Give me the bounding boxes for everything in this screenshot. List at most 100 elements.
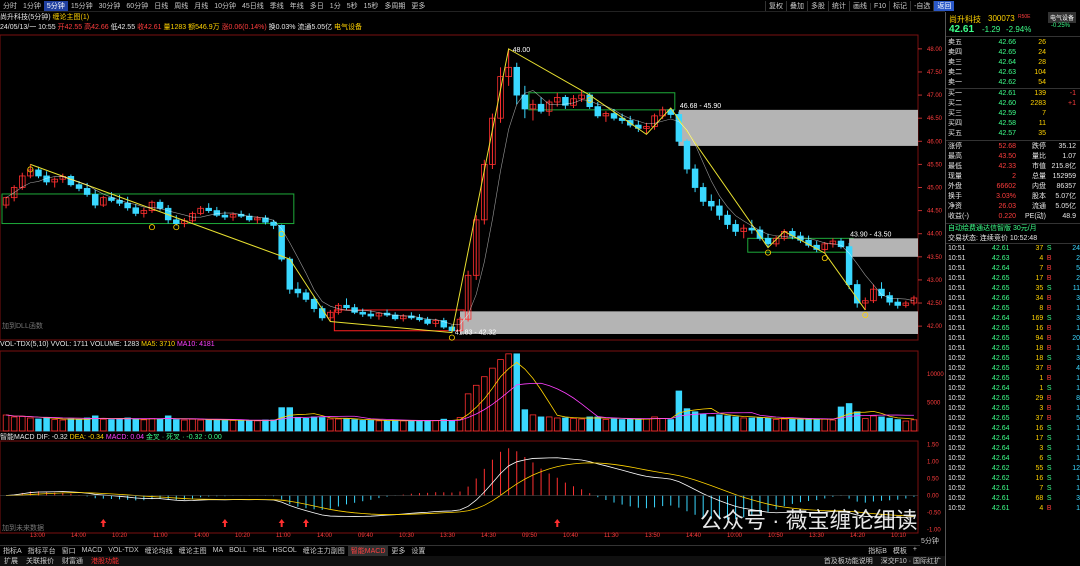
vol-label: VOL-TDX(5,10) <box>0 341 49 348</box>
trading-terminal: 分时 1分钟 5分钟 15分钟 30分钟 60分钟 日线 周线 月线 10分钟 45日线 季线 年线 多日… <box>0 0 1080 566</box>
indicator-tab-3[interactable]: MACD <box>79 547 106 554</box>
vol-bar <box>100 418 107 432</box>
indicator-right-btn-1[interactable]: 模板 <box>890 546 910 556</box>
tick-cell: 1 <box>1076 455 1080 462</box>
macd-extra: 金叉 · 死叉 · -0.32 : 0.00 <box>145 434 222 441</box>
tick-cell: 34 <box>1035 295 1044 302</box>
quote-change: -1.29 <box>982 25 1001 34</box>
stat-row-6-cell: 流通 <box>1032 203 1046 210</box>
vol-bar <box>108 419 115 432</box>
status-link-1[interactable]: 关联报价 <box>22 556 58 566</box>
indicator-tab-14[interactable]: 设置 <box>408 546 428 556</box>
tick-cell: 169 <box>1031 315 1044 322</box>
candle-body <box>75 184 83 189</box>
x-tick-label: 14:00 <box>317 533 333 539</box>
indicator-tab-7[interactable]: MA <box>210 547 227 554</box>
tick-cell: B <box>1046 365 1052 372</box>
indicator-right-btn-0[interactable]: 指标B <box>865 546 890 556</box>
tick-row: 10:51 42.61 37 S 24 <box>946 244 1080 254</box>
indicator-tab-5[interactable]: 缠论均线 <box>142 546 176 556</box>
promo-link[interactable]: 自动绘费通达信智版 30元/月 <box>946 224 1080 234</box>
tick-cell: 10:52 <box>948 495 966 502</box>
macd-ytick-label: -1.00 <box>927 528 941 534</box>
stat-row-7-cell: PE(动) <box>1025 213 1046 220</box>
candle-body <box>683 140 691 170</box>
vol-bar <box>797 418 804 432</box>
kline-ytick-label: 44.50 <box>927 209 943 215</box>
tick-row: 10:52 42.64 16 S 1 <box>946 424 1080 434</box>
tick-cell: 1 <box>1076 405 1080 412</box>
chart-canvas[interactable]: 48.00 47.50 47.00 46.50 46.00 45.50 45.00 44.50… <box>0 0 945 545</box>
vol-bar <box>83 417 91 432</box>
tick-row: 10:51 42.64 7 B 5 <box>946 264 1080 274</box>
indicator-tab-2[interactable]: 窗口 <box>59 546 79 556</box>
status-link-0[interactable]: 扩展 <box>0 556 22 566</box>
vol-bar <box>391 420 399 432</box>
tick-cell: 20 <box>1072 335 1080 342</box>
candle-body <box>699 187 707 202</box>
tick-row: 10:52 42.61 4 B 1 <box>946 504 1080 514</box>
status-link-3[interactable]: 港股功能 <box>87 556 123 566</box>
tick-cell: 1 <box>1076 505 1080 512</box>
quote-tag: R50E <box>1018 14 1031 20</box>
macd-ytick-label: 0.50 <box>927 476 939 482</box>
indicator-tab-6[interactable]: 缠论主图 <box>176 546 210 556</box>
tick-cell: 42.62 <box>992 465 1010 472</box>
macd-hint: 加到未来数据 <box>2 523 44 532</box>
tick-row: 10:52 42.62 16 S 1 <box>946 474 1080 484</box>
indicator-tab-12[interactable]: 智能MACD <box>347 545 389 556</box>
indicator-tab-1[interactable]: 指标平台 <box>25 546 59 556</box>
candle-body <box>132 207 139 214</box>
vol-bar <box>472 384 480 432</box>
candle-body <box>724 214 731 225</box>
tick-cell: S <box>1046 495 1052 502</box>
stat-row-2-cell: 215.8亿 <box>1051 163 1076 170</box>
tick-row: 10:52 42.64 1 S 1 <box>946 384 1080 394</box>
indicator-tab-13[interactable]: 更多 <box>388 546 408 556</box>
tick-cell: 10:51 <box>948 315 966 322</box>
indicator-tab-11[interactable]: 缠论主力副图 <box>300 546 348 556</box>
buy-arrow-icon <box>554 519 561 527</box>
tick-cell: 10:52 <box>948 505 966 512</box>
bid-row-0-cell: 买一 <box>948 90 962 97</box>
tick-cell: 8 <box>1076 395 1080 402</box>
vol-bar <box>2 414 10 432</box>
vol-bar <box>756 417 764 432</box>
macd-dif: DIF: -0.32 <box>36 434 68 441</box>
tick-cell: 16 <box>1035 425 1044 432</box>
kline-frame <box>0 34 919 341</box>
x-tick-label: 10:00 <box>727 533 743 539</box>
tick-row: 10:52 42.61 68 S 3 <box>946 494 1080 504</box>
tick-cell: 42.65 <box>992 395 1010 402</box>
kline-ytick-label: 42.50 <box>927 301 943 307</box>
stat-row-0-cell: 涨停 <box>948 143 962 150</box>
tick-row: 10:52 42.64 6 S 1 <box>946 454 1080 464</box>
vol-bar <box>781 418 788 432</box>
status-link-2[interactable]: 财富通 <box>58 556 87 566</box>
vol-volume: VOLUME: 1283 <box>90 341 140 348</box>
candle-body <box>513 66 520 96</box>
candle-body <box>35 169 42 177</box>
indicator-tab-8[interactable]: BOLL <box>226 547 250 554</box>
vol-bar <box>400 420 407 432</box>
vol-bar <box>789 418 796 432</box>
tick-cell: 18 <box>1035 345 1044 352</box>
tick-row: 10:52 42.62 55 S 12 <box>946 464 1080 474</box>
kline-ytick-label: 47.50 <box>927 70 943 76</box>
vol-bar <box>772 419 780 432</box>
candle-body <box>156 201 164 209</box>
ask-row-4: 卖一 42.62 54 <box>946 78 1080 88</box>
indicator-tab-10[interactable]: HSCOL <box>270 547 300 554</box>
vol-bar <box>140 419 148 432</box>
indicator-tab-0[interactable]: 指标A <box>0 546 25 556</box>
stat-row-6-cell: 5.05亿 <box>1055 203 1076 210</box>
tick-cell: B <box>1046 335 1052 342</box>
bid-row-4-cell: 35 <box>1038 130 1046 137</box>
indicator-tab-4[interactable]: VOL-TDX <box>105 547 141 554</box>
indicator-tab-9[interactable]: HSL <box>250 547 270 554</box>
tick-cell: B <box>1046 325 1052 332</box>
indicator-right-btn-2[interactable]: + <box>910 546 920 556</box>
sector-badge[interactable]: 电气设备 <box>1048 12 1077 23</box>
x-tick-label: 10:50 <box>768 533 784 539</box>
tick-cell: 42.63 <box>992 255 1010 262</box>
